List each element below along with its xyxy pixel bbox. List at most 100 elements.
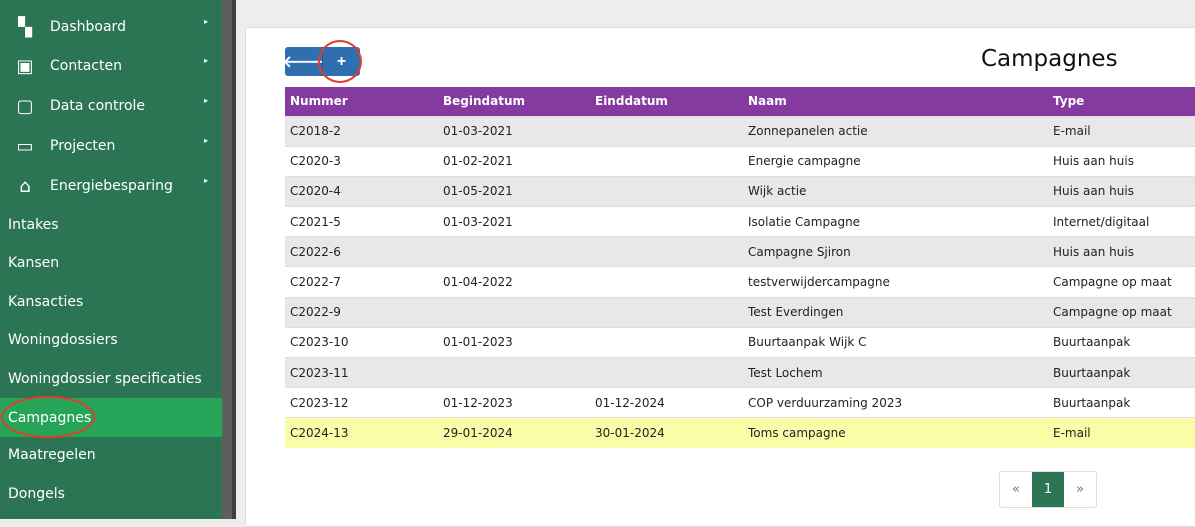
caret-icon: ▸	[203, 136, 208, 145]
sidebar-item-contacten[interactable]: ▣ Contacten ▸	[0, 47, 222, 85]
table-cell: C2023-12	[285, 387, 438, 418]
table-cell: E-mail	[1048, 115, 1195, 147]
table-cell: Buurtaanpak	[1048, 356, 1195, 388]
column-header[interactable]: Einddatum	[590, 87, 743, 116]
sidebar-item-woningdossiers[interactable]: Woningdossiers	[0, 321, 222, 359]
table-cell: Huis aan huis	[1048, 236, 1195, 267]
prev-page-button[interactable]: «	[1000, 472, 1032, 507]
data-control-icon: ▢	[16, 95, 34, 117]
table-row[interactable]: C2024-13 29-01-2024 30-01-2024 Toms campagn…	[285, 417, 1195, 449]
table-cell: testverwijdercampagne	[743, 266, 1048, 298]
caret-icon: ▸	[203, 56, 208, 65]
table-cell	[438, 296, 590, 328]
dashboard-icon: ▚	[18, 16, 32, 38]
next-page-button[interactable]: »	[1064, 472, 1096, 507]
table-cell: Wijk actie	[743, 175, 1048, 207]
table-cell: Zonnepanelen actie	[743, 115, 1048, 147]
pagination: « 1 »	[999, 471, 1097, 508]
caret-icon: ▸	[203, 17, 208, 26]
table-cell: C2022-9	[285, 296, 438, 328]
table-cell: 01-12-2023	[438, 387, 590, 418]
table-cell: 30-01-2024	[590, 417, 743, 449]
table-cell: 01-12-2024	[590, 387, 743, 418]
campaigns-table: Nummer Begindatum Einddatum Naam Type C2…	[285, 87, 1195, 449]
table-row[interactable]: C2022-6 Campagne Sjiron Huis aan huis	[285, 236, 1195, 267]
table-cell: Huis aan huis	[1048, 175, 1195, 207]
table-cell: C2023-10	[285, 326, 438, 358]
sidebar-item-kansen[interactable]: Kansen	[0, 244, 222, 282]
table-row[interactable]: C2018-2 01-03-2021 Zonnepanelen actie E-mai…	[285, 115, 1195, 147]
table-cell	[590, 115, 743, 147]
table-cell: Buurtaanpak Wijk C	[743, 326, 1048, 358]
table-row[interactable]: C2022-7 01-04-2022 testverwijdercampagne Ca…	[285, 266, 1195, 298]
table-row[interactable]: C2021-5 01-03-2021 Isolatie Campagne Intern…	[285, 206, 1195, 237]
table-cell	[590, 356, 743, 388]
table-cell: C2022-7	[285, 266, 438, 298]
table-cell	[590, 296, 743, 328]
sidebar-item-woningdossier-specificaties[interactable]: Woningdossier specificaties	[0, 360, 222, 398]
table-cell: E-mail	[1048, 417, 1195, 449]
table-cell: C2020-3	[285, 145, 438, 177]
contact-icon: ▣	[16, 55, 34, 77]
table-cell: COP verduurzaming 2023	[743, 387, 1048, 418]
caret-icon: ▸	[203, 176, 208, 185]
table-cell: Internet/digitaal	[1048, 206, 1195, 237]
sidebar-item-maatregelen[interactable]: Maatregelen	[0, 436, 222, 474]
table-row[interactable]: C2023-10 01-01-2023 Buurtaanpak Wijk C Buur…	[285, 326, 1195, 358]
table-row[interactable]: C2020-4 01-05-2021 Wijk actie Huis aan huis	[285, 175, 1195, 207]
column-header[interactable]: Naam	[743, 87, 1048, 116]
table-cell	[590, 326, 743, 358]
table-cell: Test Lochem	[743, 356, 1048, 388]
table-row[interactable]: C2022-9 Test Everdingen Campagne op maat	[285, 296, 1195, 328]
highlight-annotation	[1, 396, 95, 438]
sidebar: ▚ Dashboard ▸ ▣ Contacten ▸ ▢ Data controle ▸ …	[0, 0, 222, 519]
sidebar-item-data-controle[interactable]: ▢ Data controle ▸	[0, 87, 222, 125]
table-row[interactable]: C2020-3 01-02-2021 Energie campagne Huis aa…	[285, 145, 1195, 177]
table-cell: 01-04-2022	[438, 266, 590, 298]
table-cell: Campagne op maat	[1048, 266, 1195, 298]
sidebar-item-projecten[interactable]: ▭ Projecten ▸	[0, 127, 222, 165]
table-cell: C2022-6	[285, 236, 438, 267]
sidebar-resize-handle[interactable]	[222, 0, 236, 519]
table-cell: C2020-4	[285, 175, 438, 207]
page-1-button[interactable]: 1	[1032, 472, 1064, 507]
table-cell: Isolatie Campagne	[743, 206, 1048, 237]
table-cell: C2018-2	[285, 115, 438, 147]
sidebar-item-kansacties[interactable]: Kansacties	[0, 283, 222, 321]
highlight-annotation	[318, 40, 362, 83]
table-cell: 01-01-2023	[438, 326, 590, 358]
table-cell: Toms campagne	[743, 417, 1048, 449]
table-cell	[590, 206, 743, 237]
sidebar-item-dongels[interactable]: Dongels	[0, 475, 222, 513]
table-cell	[590, 266, 743, 298]
table-cell	[590, 175, 743, 207]
table-cell: C2021-5	[285, 206, 438, 237]
table-cell: Campagne Sjiron	[743, 236, 1048, 267]
table-cell: Huis aan huis	[1048, 145, 1195, 177]
table-cell: 01-03-2021	[438, 115, 590, 147]
sidebar-item-intakes[interactable]: Intakes	[0, 206, 222, 244]
table-row[interactable]: C2023-11 Test Lochem Buurtaanpak	[285, 356, 1195, 388]
table-cell: 01-05-2021	[438, 175, 590, 207]
table-cell	[590, 236, 743, 267]
table-cell	[590, 145, 743, 177]
table-cell: C2024-13	[285, 417, 438, 449]
table-cell: 01-02-2021	[438, 145, 590, 177]
home-icon: ⌂	[19, 175, 31, 197]
caret-icon: ▸	[203, 96, 208, 105]
sidebar-item-energiebesparing[interactable]: ⌂ Energiebesparing ▸	[0, 167, 222, 205]
sidebar-item-dashboard[interactable]: ▚ Dashboard ▸	[0, 8, 222, 46]
table-cell: C2023-11	[285, 356, 438, 388]
column-header[interactable]: Nummer	[285, 87, 438, 116]
column-header[interactable]: Type	[1048, 87, 1195, 116]
table-cell: Buurtaanpak	[1048, 387, 1195, 418]
table-cell	[438, 356, 590, 388]
table-cell: Energie campagne	[743, 145, 1048, 177]
table-cell	[438, 236, 590, 267]
table-row[interactable]: C2023-12 01-12-2023 01-12-2024 COP verduurz…	[285, 387, 1195, 418]
table-cell: 01-03-2021	[438, 206, 590, 237]
column-header[interactable]: Begindatum	[438, 87, 590, 116]
table-cell: Test Everdingen	[743, 296, 1048, 328]
table-cell: Buurtaanpak	[1048, 326, 1195, 358]
table-cell: Campagne op maat	[1048, 296, 1195, 328]
